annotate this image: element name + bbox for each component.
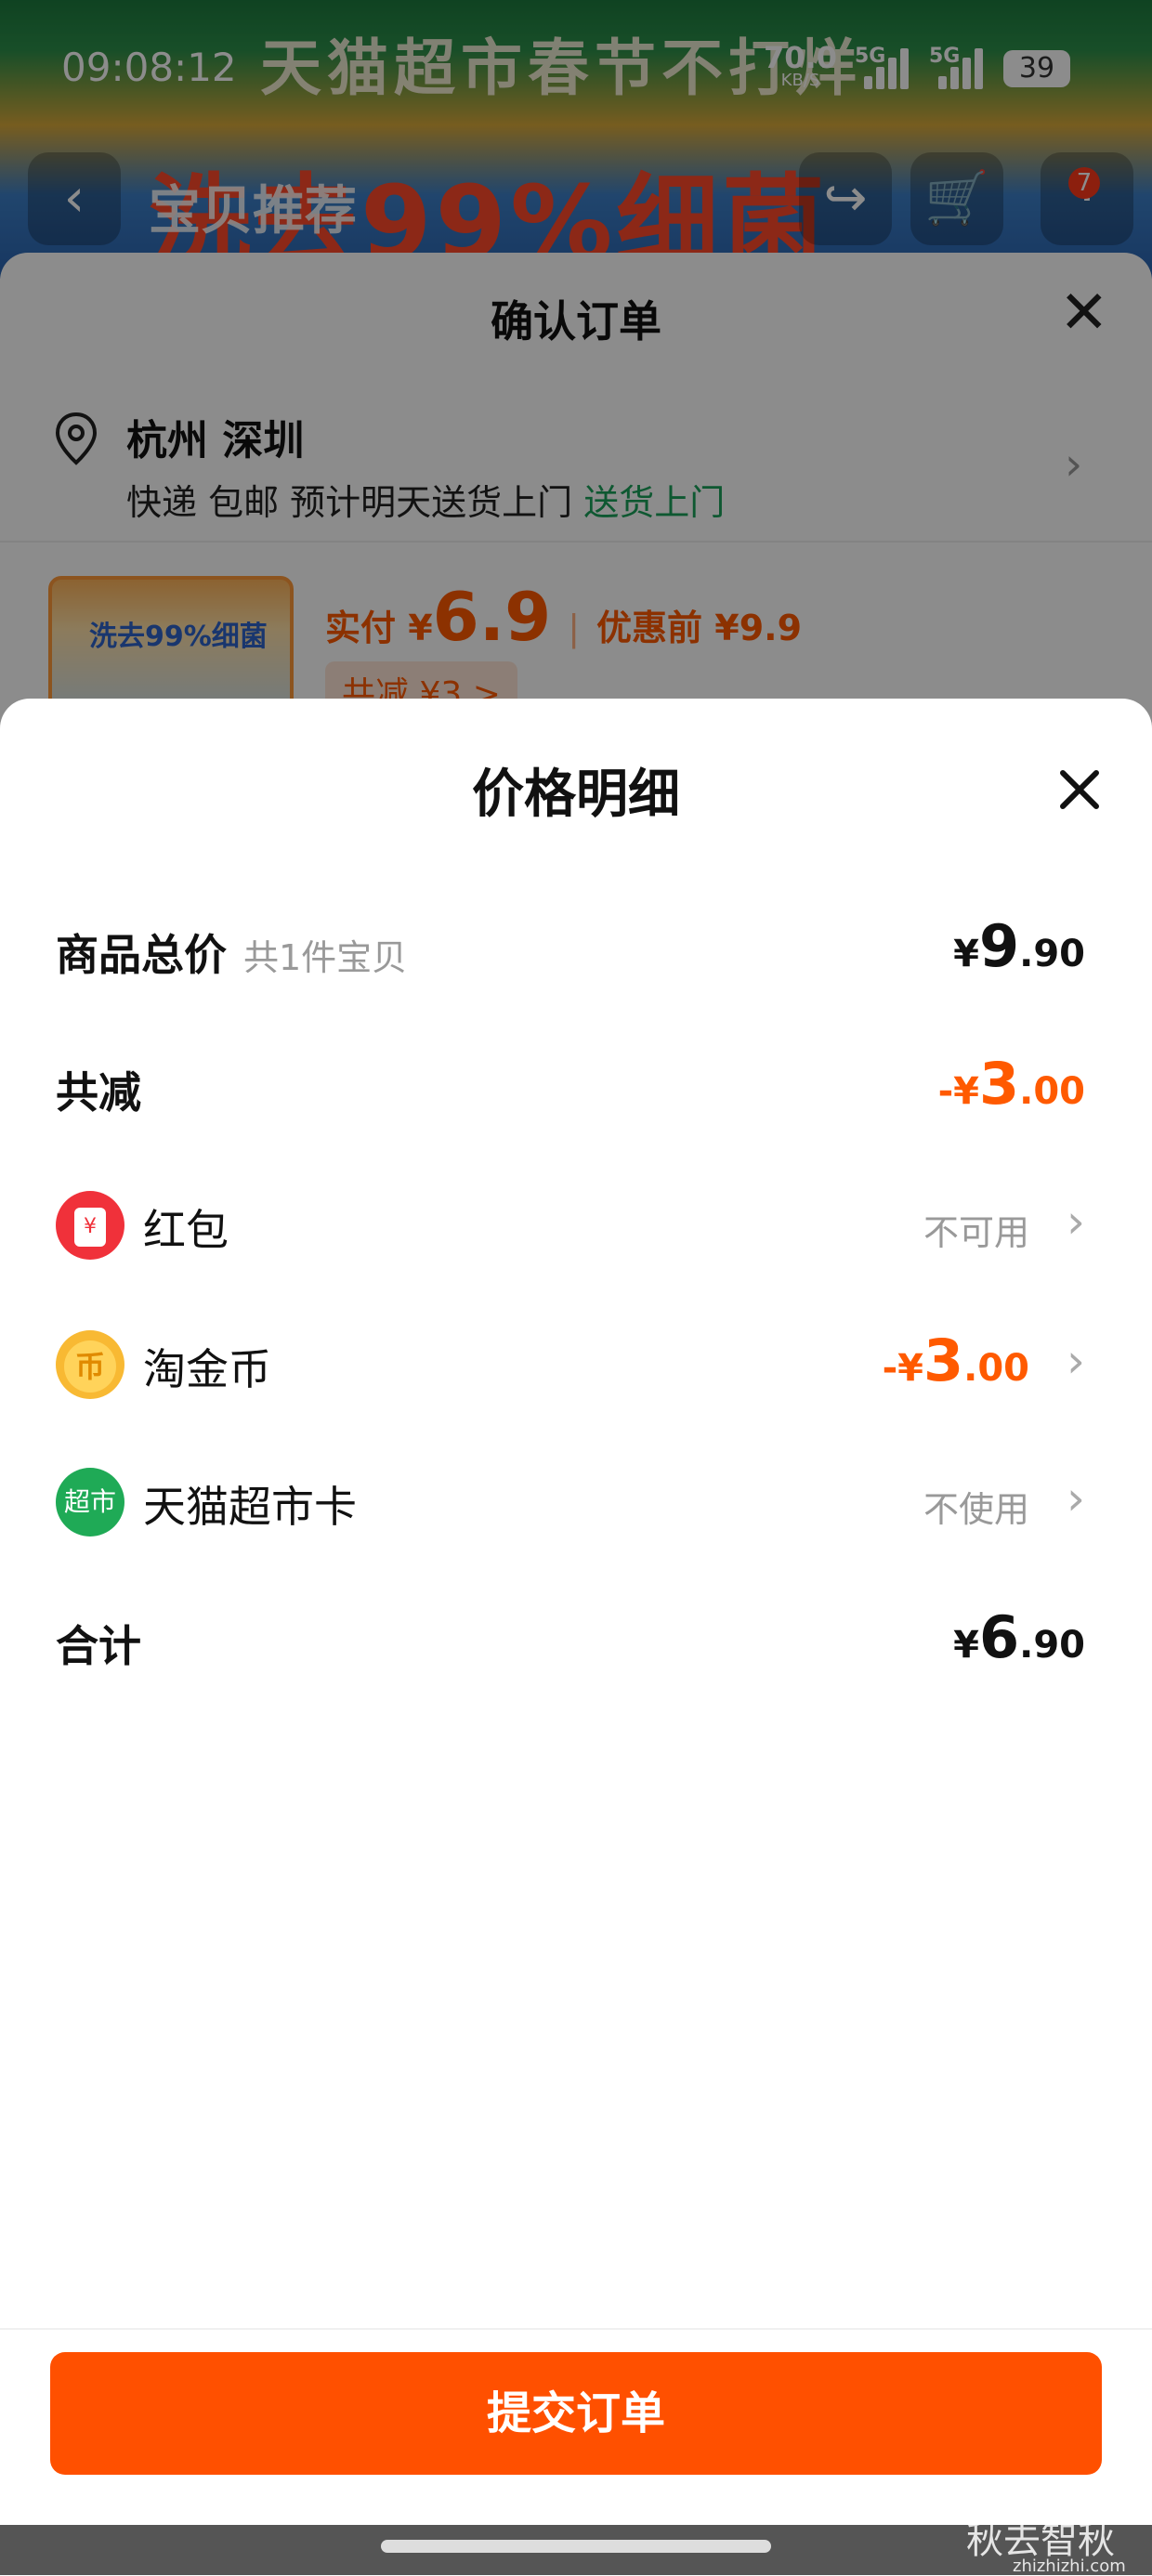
red-packet-status: 不可用 [923,1212,1029,1253]
tmall-card-status: 不使用 [923,1489,1029,1530]
price-detail-title: 价格明细 [472,765,680,825]
currency-symbol: -¥ [882,1347,923,1390]
goods-total-text: 商品总价 [56,930,227,980]
submit-order-button[interactable]: 提交订单 [50,2352,1102,2475]
currency-symbol: -¥ [937,1070,979,1113]
amount-decimal: .00 [963,1347,1029,1390]
amount-integer: 6 [979,1603,1020,1671]
home-bar[interactable] [381,2540,771,2553]
tmall-card-row[interactable]: 超市 天猫超市卡 不使用 › [56,1457,1096,1540]
red-packet-row[interactable]: ¥ 红包 不可用 › [56,1180,1096,1263]
currency-symbol: ¥ [953,933,979,975]
taojin-coin-label: 淘金币 [143,1344,271,1394]
chevron-right-icon: › [1067,1471,1085,1525]
taojin-coin-value: -¥3.00 [883,1327,1029,1394]
divider [0,2328,1152,2330]
sum-label: 合计 [56,1621,141,1671]
goods-total-value: ¥9.90 [953,912,1085,980]
amount-integer: 9 [979,912,1020,980]
chevron-right-icon: › [1067,1334,1085,1388]
amount-decimal: .90 [1019,933,1085,975]
red-packet-icon: ¥ [56,1191,124,1260]
price-detail-sheet: 价格明细 商品总价 共1件宝贝 ¥9.90 共减 -¥3.00 ¥ 红包 不可用 … [0,699,1152,2576]
watermark-url: zhizhizhi.com [1013,2556,1126,2576]
sum-value: ¥6.90 [953,1603,1085,1671]
amount-integer: 3 [923,1327,964,1394]
goods-count-note: 共1件宝贝 [243,937,408,978]
coin-icon: 币 [56,1330,124,1399]
tmall-card-label: 天猫超市卡 [143,1482,357,1532]
total-reduction-row: 共减 -¥3.00 [56,1042,1096,1126]
amount-integer: 3 [979,1050,1020,1118]
amount-decimal: .00 [1019,1070,1085,1113]
amount-decimal: .90 [1019,1624,1085,1667]
currency-symbol: ¥ [953,1624,979,1667]
chevron-right-icon: › [1067,1195,1085,1249]
taojin-coin-row[interactable]: 币 淘金币 -¥3.00 › [56,1319,1096,1403]
sum-row: 合计 ¥6.90 [56,1596,1096,1680]
red-packet-label: 红包 [143,1205,229,1255]
goods-total-row: 商品总价 共1件宝贝 ¥9.90 [56,905,1096,988]
close-icon[interactable] [1050,760,1109,819]
goods-total-label: 商品总价 共1件宝贝 [56,922,407,983]
tmall-supermarket-icon: 超市 [56,1468,124,1536]
total-reduction-value: -¥3.00 [938,1050,1085,1118]
total-reduction-label: 共减 [56,1067,141,1118]
